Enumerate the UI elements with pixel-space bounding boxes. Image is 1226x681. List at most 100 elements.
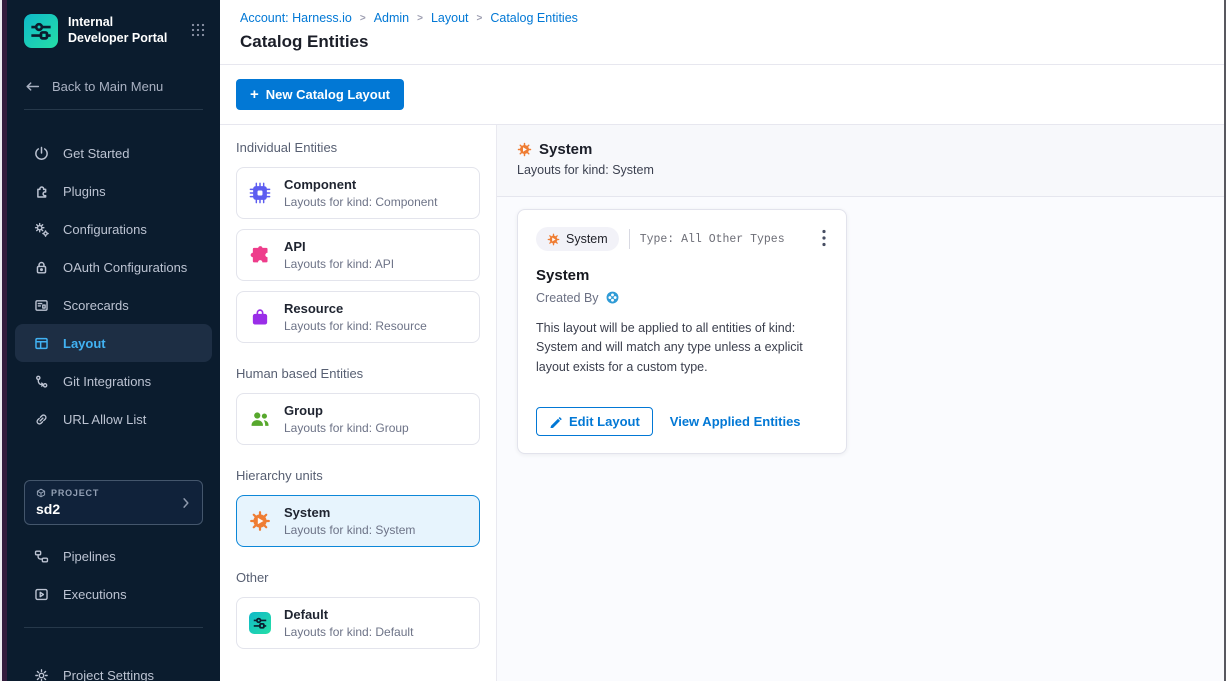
entity-type-panel: Individual Entities Component Layouts fo… [220, 125, 497, 681]
scorecard-icon [33, 297, 50, 314]
gear-icon [33, 667, 50, 681]
system-gear-icon [517, 142, 532, 157]
sidebar-item-executions[interactable]: Executions [7, 575, 220, 613]
component-icon [249, 182, 271, 204]
group-icon [249, 408, 271, 430]
breadcrumb-catalog-entities[interactable]: Catalog Entities [490, 11, 578, 25]
entity-card-api[interactable]: API Layouts for kind: API [236, 229, 480, 281]
sidebar-item-label: OAuth Configurations [63, 260, 187, 275]
apps-grid-icon[interactable] [190, 22, 206, 38]
project-selector[interactable]: PROJECT sd2 [24, 480, 203, 525]
toolbar: + New Catalog Layout [220, 65, 1226, 125]
sidebar-item-url-allow-list[interactable]: URL Allow List [7, 400, 220, 438]
entity-card-name: API [284, 239, 394, 255]
sidebar-project-menu: Pipelines Executions [7, 537, 220, 613]
entity-card-name: System [284, 505, 415, 521]
lock-icon [33, 259, 50, 276]
sidebar-item-layout[interactable]: Layout [15, 324, 212, 362]
entity-card-component[interactable]: Component Layouts for kind: Component [236, 167, 480, 219]
sidebar-item-get-started[interactable]: Get Started [7, 134, 220, 172]
entity-card-description: Layouts for kind: System [284, 523, 415, 537]
link-icon [33, 411, 50, 428]
sidebar-item-label: URL Allow List [63, 412, 146, 427]
sidebar-item-configurations[interactable]: Configurations [7, 210, 220, 248]
sidebar-item-git-integrations[interactable]: Git Integrations [7, 362, 220, 400]
main-subheading: Layouts for kind: System [517, 163, 1206, 177]
default-logo-icon [249, 612, 271, 634]
sidebar-item-pipelines[interactable]: Pipelines [7, 537, 220, 575]
section-label-hierarchy-units: Hierarchy units [236, 467, 480, 485]
project-name: sd2 [36, 501, 191, 517]
sidebar-item-label: Scorecards [63, 298, 129, 313]
harness-logo-icon [605, 290, 620, 305]
sidebar-footer-menu: Project Settings [7, 656, 220, 681]
system-gear-icon [249, 510, 271, 532]
sidebar-item-plugins[interactable]: Plugins [7, 172, 220, 210]
breadcrumb-separator: > [417, 13, 423, 24]
sidebar-item-label: Plugins [63, 184, 106, 199]
sidebar-item-label: Configurations [63, 222, 147, 237]
breadcrumb-layout[interactable]: Layout [431, 11, 469, 25]
entity-card-name: Group [284, 403, 409, 419]
project-cube-icon [36, 488, 46, 498]
plus-icon: + [250, 87, 259, 102]
app-window: Internal Developer Portal Back to Main M… [0, 0, 1226, 681]
chevron-right-icon [179, 495, 192, 510]
breadcrumb-separator: > [477, 13, 483, 24]
main-area: System Layouts for kind: System [497, 125, 1226, 681]
entity-card-name: Resource [284, 301, 427, 317]
layout-card-description: This layout will be applied to all entit… [536, 319, 828, 377]
sidebar: Internal Developer Portal Back to Main M… [7, 0, 220, 681]
new-catalog-layout-label: New Catalog Layout [266, 87, 390, 102]
page-title: Catalog Entities [240, 32, 1206, 52]
section-label-other: Other [236, 569, 480, 587]
executions-icon [33, 586, 50, 603]
breadcrumb: Account: Harness.io > Admin > Layout > C… [240, 11, 1206, 25]
system-layout-card: System Type: All Other Types System Crea… [517, 209, 847, 454]
main-heading: System [539, 141, 592, 158]
gears-icon [33, 221, 50, 238]
layout-icon [33, 335, 50, 352]
sidebar-item-label: Pipelines [63, 549, 116, 564]
brand: Internal Developer Portal [7, 0, 220, 48]
created-by-label: Created By [536, 291, 599, 305]
sidebar-item-label: Layout [63, 336, 106, 351]
breadcrumb-admin[interactable]: Admin [374, 11, 409, 25]
pipelines-icon [33, 548, 50, 565]
sidebar-item-project-settings[interactable]: Project Settings [7, 656, 220, 681]
kind-badge-label: System [566, 232, 608, 246]
sidebar-item-label: Git Integrations [63, 374, 151, 389]
entity-card-description: Layouts for kind: Resource [284, 319, 427, 333]
project-eyebrow-label: PROJECT [51, 488, 99, 498]
view-applied-entities-link[interactable]: View Applied Entities [670, 414, 801, 429]
new-catalog-layout-button[interactable]: + New Catalog Layout [236, 79, 404, 110]
sidebar-item-oauth-configurations[interactable]: OAuth Configurations [7, 248, 220, 286]
sidebar-item-label: Get Started [63, 146, 129, 161]
main-header: System Layouts for kind: System [497, 125, 1226, 197]
entity-card-description: Layouts for kind: Component [284, 195, 437, 209]
idp-logo-icon [24, 14, 58, 48]
entity-card-description: Layouts for kind: Default [284, 625, 413, 639]
breadcrumb-account[interactable]: Account: Harness.io [240, 11, 352, 25]
entity-card-name: Default [284, 607, 413, 623]
created-by-row: Created By [536, 290, 828, 305]
back-to-main-menu[interactable]: Back to Main Menu [7, 78, 220, 95]
entity-card-group[interactable]: Group Layouts for kind: Group [236, 393, 480, 445]
sidebar-menu: Get Started Plugins Configurations [7, 134, 220, 438]
edit-layout-label: Edit Layout [569, 414, 640, 429]
entity-card-default[interactable]: Default Layouts for kind: Default [236, 597, 480, 649]
sidebar-divider [24, 109, 203, 110]
brand-title: Internal Developer Portal [68, 14, 174, 47]
card-menu-button[interactable] [820, 227, 828, 249]
sidebar-item-label: Executions [63, 587, 127, 602]
breadcrumb-separator: > [360, 13, 366, 24]
resource-icon [249, 306, 271, 328]
arrow-left-icon [24, 78, 41, 95]
sidebar-item-scorecards[interactable]: Scorecards [7, 286, 220, 324]
entity-card-resource[interactable]: Resource Layouts for kind: Resource [236, 291, 480, 343]
edit-layout-button[interactable]: Edit Layout [536, 407, 653, 436]
section-label-individual-entities: Individual Entities [236, 139, 480, 157]
entity-card-description: Layouts for kind: Group [284, 421, 409, 435]
get-started-icon [33, 145, 50, 162]
entity-card-system[interactable]: System Layouts for kind: System [236, 495, 480, 547]
